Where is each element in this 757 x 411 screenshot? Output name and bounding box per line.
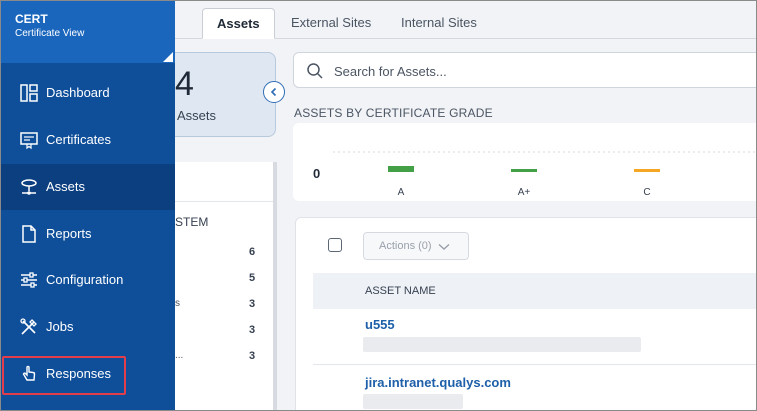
os-row-name[interactable]: ... (175, 350, 183, 361)
os-row-count: 3 (249, 350, 256, 362)
assets-icon (21, 179, 37, 195)
app-title: CERT (15, 12, 48, 26)
search-icon (307, 63, 323, 79)
os-row-count: 5 (249, 272, 256, 284)
collapse-panel-button[interactable] (263, 81, 285, 103)
sidebar-item-jobs[interactable]: Jobs (1, 304, 175, 350)
asset-count-label: Assets (177, 108, 217, 123)
sidebar-item-label: Jobs (46, 319, 74, 334)
tools-icon (20, 318, 37, 335)
grade-tick-label: A+ (518, 187, 531, 198)
grade-tick-label: A (398, 187, 405, 198)
select-all-checkbox[interactable] (328, 238, 342, 252)
grade-bar-c[interactable] (634, 169, 660, 172)
grade-bar-a-plus[interactable] (511, 169, 537, 172)
dashboard-icon (20, 84, 38, 102)
grade-chart: 0 A A+ C (313, 151, 756, 198)
column-header-asset-name[interactable]: ASSET NAME (365, 285, 436, 297)
chevron-left-icon (270, 87, 277, 97)
actions-dropdown[interactable]: Actions (0) (363, 232, 469, 260)
app-header[interactable]: CERT Certificate View (1, 1, 175, 63)
asset-name-link[interactable]: u555 (365, 317, 395, 332)
sidebar-item-label: Dashboard (46, 85, 110, 100)
highlight-box-responses (2, 356, 126, 395)
grade-tick-label: C (643, 187, 650, 198)
chevron-down-icon (438, 243, 450, 250)
os-panel-title: STEM (175, 215, 209, 229)
sliders-icon (21, 272, 37, 288)
sidebar-item-label: Reports (46, 226, 92, 241)
masked-asset-detail (363, 394, 463, 409)
asset-name-link[interactable]: jira.intranet.qualys.com (365, 375, 511, 390)
row-divider (313, 364, 756, 365)
tab-external-sites[interactable]: External Sites (277, 8, 385, 39)
grade-bar-a[interactable] (388, 166, 414, 172)
app-subtitle: Certificate View (15, 28, 85, 39)
reports-icon (22, 225, 36, 243)
tab-internal-sites[interactable]: Internal Sites (387, 8, 491, 39)
grade-chart-title: ASSETS BY CERTIFICATE GRADE (294, 106, 493, 120)
corner-indicator (163, 52, 173, 62)
sidebar-item-assets[interactable]: Assets (1, 164, 175, 210)
sidebar-item-label: Configuration (46, 272, 124, 287)
os-row-count: 6 (249, 246, 256, 258)
sidebar-item-label: Assets (46, 179, 86, 194)
sidebar-item-configuration[interactable]: Configuration (1, 257, 175, 303)
asset-count: 4 (175, 65, 194, 103)
os-row-name[interactable]: s (175, 298, 180, 309)
sidebar-item-certificates[interactable]: Certificates (1, 117, 175, 163)
masked-asset-detail (363, 337, 641, 352)
sidebar-item-dashboard[interactable]: Dashboard (1, 70, 175, 116)
actions-label: Actions (0) (379, 240, 432, 252)
tab-bar: Assets External Sites Internal Sites (175, 1, 756, 39)
sidebar: CERT Certificate View Dashboard Certific… (1, 1, 175, 410)
tab-assets[interactable]: Assets (202, 8, 275, 39)
y-zero-label: 0 (313, 166, 320, 181)
os-row-count: 3 (249, 298, 256, 310)
app-window: Assets External Sites Internal Sites 4 A… (0, 0, 757, 411)
certificate-icon (20, 132, 38, 150)
os-row-count: 3 (249, 324, 256, 336)
search-input[interactable] (334, 61, 734, 81)
sidebar-item-label: Certificates (46, 132, 112, 147)
search-box[interactable] (293, 52, 756, 88)
sidebar-item-reports[interactable]: Reports (1, 211, 175, 257)
